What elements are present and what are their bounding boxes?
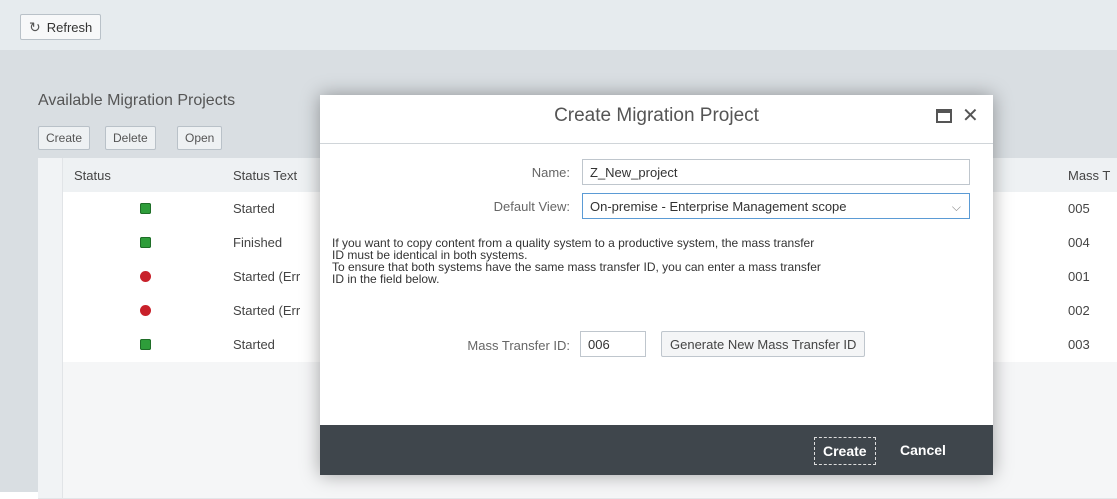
mass-id-cell: 005 [1068,201,1090,216]
panel-title: Available Migration Projects [38,92,236,109]
row-selector[interactable] [38,260,63,294]
header-status-text[interactable]: Status Text [233,168,297,183]
name-label: Name: [531,165,570,180]
chevron-down-icon: ⌵ [951,200,961,214]
status-icon [140,305,151,316]
mass-id-cell: 002 [1068,303,1090,318]
top-toolbar: ↻ Refresh [0,0,1117,50]
dialog-title: Create Migration Project [554,105,759,126]
row-selector[interactable] [38,226,63,260]
status-icon [140,339,151,350]
mass-transfer-info-text: If you want to copy content from a quali… [332,237,982,285]
status-text-cell: Started (Err [233,269,301,284]
status-text-cell: Started [233,337,275,352]
status-text-cell: Finished [233,235,283,250]
row-selector[interactable] [38,192,63,226]
mass-id-cell: 004 [1068,235,1090,250]
default-view-value: On-premise - Enterprise Management scope [590,198,847,214]
generate-mass-transfer-id-button[interactable]: Generate New Mass Transfer ID [661,331,866,357]
row-selector[interactable] [38,328,63,362]
row-selector [38,396,63,430]
row-selector[interactable] [38,294,63,328]
row-selector [38,430,63,464]
row-selector [38,464,63,498]
status-text-cell: Started (Err [233,303,301,318]
header-mass-transfer-id[interactable]: Mass T [1068,168,1110,183]
default-view-label: Default View: [493,199,570,214]
name-input[interactable]: Z_New_project [582,159,970,185]
header-status[interactable]: Status [74,168,111,183]
create-button[interactable]: Create [38,126,91,150]
status-icon [140,271,151,282]
mass-transfer-id-label: Mass Transfer ID: [467,338,570,353]
create-migration-project-dialog: Create Migration Project ✕ Name: Z_New_p… [320,95,993,475]
refresh-icon: ↻ [29,18,41,35]
dialog-footer: Create Cancel [320,425,993,475]
open-button[interactable]: Open [177,126,223,150]
default-view-select[interactable]: On-premise - Enterprise Management scope… [582,193,970,219]
close-icon[interactable]: ✕ [962,103,979,128]
maximize-icon[interactable] [936,109,952,123]
info-line: ID in the field below. [332,272,440,286]
status-icon [140,203,151,214]
refresh-button[interactable]: ↻ Refresh [20,14,102,40]
status-text-cell: Started [233,201,275,216]
row-selector [38,362,63,396]
delete-button[interactable]: Delete [105,126,156,150]
status-icon [140,237,151,248]
dialog-create-button[interactable]: Create [814,437,876,465]
dialog-header-divider [320,143,993,144]
mass-transfer-id-input[interactable]: 006 [580,331,646,357]
refresh-label: Refresh [46,19,93,35]
mass-id-cell: 003 [1068,337,1090,352]
dialog-cancel-button[interactable]: Cancel [900,437,946,463]
select-all-column[interactable] [38,158,63,192]
mass-id-cell: 001 [1068,269,1090,284]
